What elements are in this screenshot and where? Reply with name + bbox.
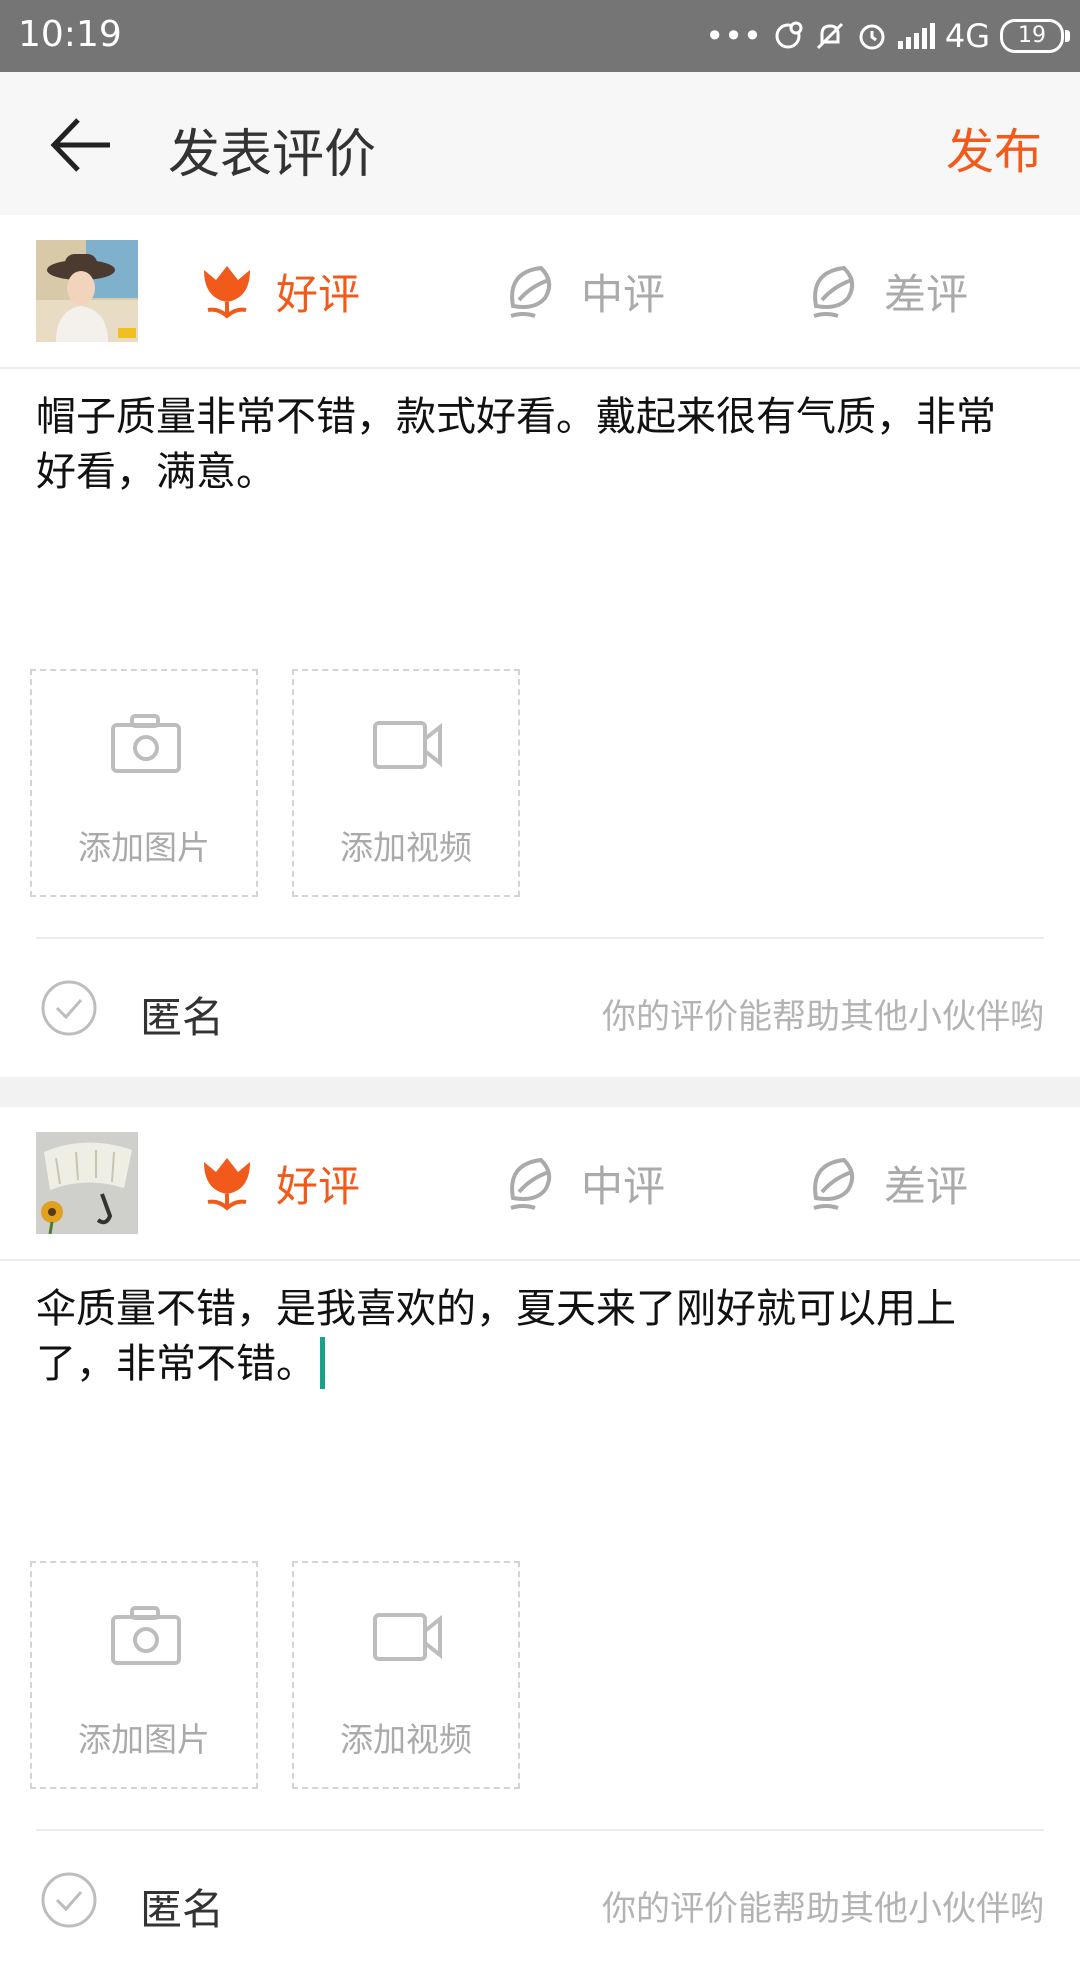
review-text-line: 帽子质量非常不错，款式好看。戴起来很有气质，非常	[36, 394, 996, 440]
status-bar: 10:19 ••• 4G 19	[0, 0, 1080, 72]
video-camera-icon	[373, 1613, 442, 1661]
rating-mid-label: 中评	[581, 1161, 666, 1211]
rating-good-option[interactable]: 好评	[200, 1107, 360, 1259]
anonymous-label: 匿名	[140, 1885, 225, 1934]
rating-bad-label: 差评	[884, 1161, 969, 1211]
bad-rating-leaf-icon	[813, 265, 855, 318]
add-photo-button[interactable]: 添加图片	[30, 1561, 258, 1789]
rating-mid-option[interactable]: 中评	[505, 215, 665, 367]
battery-icon: 19	[1000, 19, 1070, 53]
review-text-line: 了，非常不错。	[36, 1341, 316, 1387]
product-thumbnail-hat	[36, 240, 138, 342]
video-camera-icon	[373, 721, 442, 769]
top-app-bar: 发表评价 发布	[0, 72, 1080, 215]
status-time: 10:19	[18, 14, 122, 55]
anonymous-row: 匿名 你的评价能帮助其他小伙伴哟	[0, 1831, 1080, 1969]
anonymous-label: 匿名	[140, 993, 225, 1042]
alarm-icon	[859, 24, 885, 50]
camera-icon	[111, 714, 181, 773]
add-video-label: 添加视频	[340, 1720, 472, 1759]
review-text-input[interactable]: 帽子质量非常不错，款式好看。戴起来很有气质，非常 好看，满意。	[36, 390, 1036, 500]
add-video-button[interactable]: 添加视频	[292, 669, 520, 897]
add-photo-label: 添加图片	[78, 828, 210, 867]
page-title: 发表评价	[168, 125, 377, 185]
anonymous-row: 匿名 你的评价能帮助其他小伙伴哟	[0, 939, 1080, 1077]
review-text-input[interactable]: 伞质量不错，是我喜欢的，夏天来了刚好就可以用上 了，非常不错。	[36, 1282, 1036, 1392]
section-gap	[0, 1077, 1080, 1107]
review-card-2: 好评 中评 差评 伞质量不错，是我喜欢的，夏天来了刚好就可以用上 了，非常不错。	[0, 1107, 1080, 1934]
network-type: 4G	[944, 17, 990, 55]
rating-bad-option[interactable]: 差评	[808, 1107, 968, 1259]
review-text-line-last: 了，非常不错。	[36, 1337, 1036, 1392]
anonymous-checkbox-icon[interactable]	[40, 979, 98, 1037]
rating-good-option[interactable]: 好评	[200, 215, 360, 367]
rating-mid-label: 中评	[581, 269, 666, 319]
status-icons: ••• 4G 19	[705, 12, 1070, 60]
rating-row: 好评 中评 差评	[0, 215, 1080, 369]
add-video-label: 添加视频	[340, 828, 472, 867]
review-text-line: 好看，满意。	[36, 449, 276, 495]
anonymous-checkbox-icon[interactable]	[40, 1871, 98, 1929]
rating-bad-label: 差评	[884, 269, 969, 319]
bad-rating-leaf-icon	[813, 1157, 855, 1210]
product-thumbnail-umbrella	[36, 1132, 138, 1234]
more-dots-icon: •••	[705, 17, 762, 55]
rating-mid-option[interactable]: 中评	[505, 1107, 665, 1259]
camera-icon	[111, 1606, 181, 1665]
good-rating-flower-icon	[204, 266, 250, 319]
good-rating-flower-icon	[204, 1158, 250, 1211]
rating-row: 好评 中评 差评	[0, 1107, 1080, 1261]
back-arrow-icon	[50, 118, 110, 172]
rating-bad-option[interactable]: 差评	[808, 215, 968, 367]
text-cursor	[320, 1337, 325, 1389]
signal-icon	[897, 23, 935, 49]
anonymous-hint: 你的评价能帮助其他小伙伴哟	[602, 997, 1044, 1037]
rating-good-label: 好评	[276, 269, 361, 319]
rating-good-label: 好评	[276, 1161, 361, 1211]
back-button[interactable]	[48, 112, 118, 178]
add-photo-button[interactable]: 添加图片	[30, 669, 258, 897]
sync-icon	[775, 21, 803, 49]
review-card-1: 好评 中评 差评 帽子质量非常不错，款式好看。戴起来很有气质，非常 好看，满意。	[0, 215, 1080, 1077]
anonymous-hint: 你的评价能帮助其他小伙伴哟	[602, 1889, 1044, 1929]
add-video-button[interactable]: 添加视频	[292, 1561, 520, 1789]
mid-rating-leaf-icon	[510, 1157, 552, 1210]
publish-button[interactable]: 发布	[946, 112, 1042, 182]
mid-rating-leaf-icon	[510, 265, 552, 318]
review-text-line: 伞质量不错，是我喜欢的，夏天来了刚好就可以用上	[36, 1286, 956, 1332]
mute-icon	[816, 22, 843, 50]
add-photo-label: 添加图片	[78, 1720, 210, 1759]
